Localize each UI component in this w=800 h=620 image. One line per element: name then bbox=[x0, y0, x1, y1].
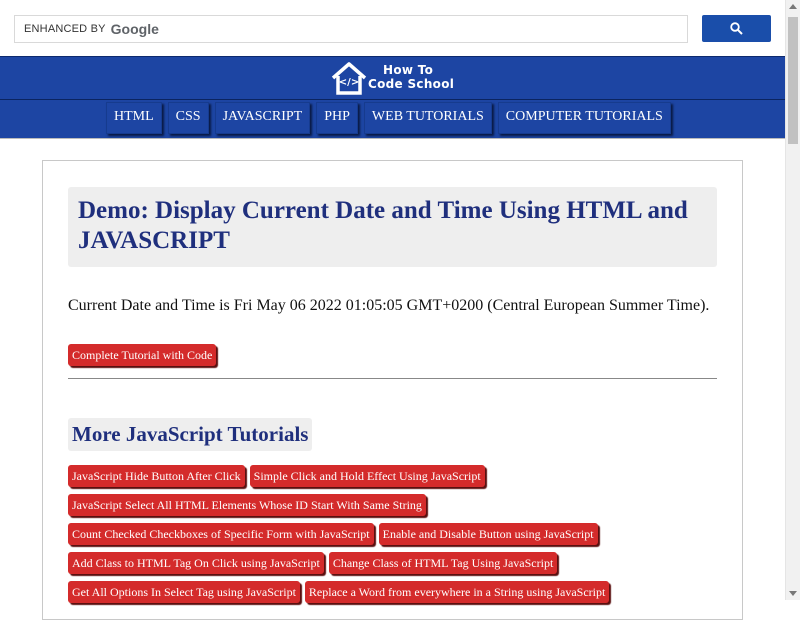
divider bbox=[68, 378, 717, 379]
complete-tutorial-button[interactable]: Complete Tutorial with Code bbox=[68, 344, 217, 366]
tutorial-row: Count Checked Checkboxes of Specific For… bbox=[68, 523, 718, 552]
house-code-icon: </> bbox=[331, 62, 367, 95]
tutorial-links: JavaScript Hide Button After Click Simple… bbox=[68, 465, 718, 610]
logo-line-2: Code School bbox=[368, 77, 455, 91]
site-header: </> How To Code School bbox=[0, 56, 785, 99]
main-content: Demo: Display Current Date and Time Usin… bbox=[42, 160, 743, 620]
scroll-thumb[interactable] bbox=[788, 17, 798, 144]
page-title: Demo: Display Current Date and Time Usin… bbox=[78, 197, 688, 254]
current-date-text: Current Date and Time is Fri May 06 2022… bbox=[68, 297, 710, 314]
nav-item-css[interactable]: CSS bbox=[167, 102, 209, 134]
logo-text: How To Code School bbox=[368, 63, 454, 91]
tutorial-link[interactable]: Change Class of HTML Tag Using JavaScrip… bbox=[328, 552, 558, 574]
nav-item-computer-tutorials[interactable]: COMPUTER TUTORIALS bbox=[497, 102, 671, 134]
google-logo: Google bbox=[110, 21, 159, 37]
nav-item-javascript[interactable]: JAVASCRIPT bbox=[214, 102, 311, 134]
nav-item-html[interactable]: HTML bbox=[106, 102, 162, 134]
vertical-scrollbar[interactable] bbox=[785, 0, 800, 600]
tutorial-link[interactable]: Enable and Disable Button using JavaScri… bbox=[378, 523, 598, 545]
tutorial-row: JavaScript Select All HTML Elements Whos… bbox=[68, 494, 718, 523]
tutorial-link[interactable]: JavaScript Select All HTML Elements Whos… bbox=[68, 494, 426, 516]
more-tutorials-heading: More JavaScript Tutorials bbox=[72, 422, 309, 446]
search-input[interactable] bbox=[175, 18, 683, 40]
nav-list: HTML CSS JAVASCRIPT PHP WEB TUTORIALS CO… bbox=[106, 102, 677, 134]
custom-search-bar: ENHANCED BY Google bbox=[0, 0, 785, 56]
page-title-box: Demo: Display Current Date and Time Usin… bbox=[68, 187, 717, 267]
search-button[interactable] bbox=[702, 15, 771, 42]
search-enhanced-label: ENHANCED BY bbox=[24, 23, 106, 35]
search-icon bbox=[730, 22, 743, 35]
svg-text:</>: </> bbox=[339, 77, 359, 88]
more-tutorials-heading-box: More JavaScript Tutorials bbox=[68, 418, 313, 451]
tutorial-link[interactable]: Add Class to HTML Tag On Click using Jav… bbox=[68, 552, 324, 574]
tutorial-link[interactable]: Count Checked Checkboxes of Specific For… bbox=[68, 523, 374, 545]
tutorial-row: Get All Options In Select Tag using Java… bbox=[68, 581, 718, 610]
tutorial-link[interactable]: JavaScript Hide Button After Click bbox=[68, 465, 245, 487]
tutorial-row: Add Class to HTML Tag On Click using Jav… bbox=[68, 552, 718, 581]
scroll-up-arrow-icon[interactable] bbox=[789, 4, 797, 9]
nav-item-web-tutorials[interactable]: WEB TUTORIALS bbox=[363, 102, 492, 134]
tutorial-link[interactable]: Simple Click and Hold Effect Using JavaS… bbox=[249, 465, 485, 487]
search-box[interactable]: ENHANCED BY Google bbox=[14, 15, 688, 43]
logo-line-1: How To bbox=[383, 63, 434, 77]
main-nav: HTML CSS JAVASCRIPT PHP WEB TUTORIALS CO… bbox=[0, 99, 785, 139]
nav-item-php[interactable]: PHP bbox=[316, 102, 358, 134]
tutorial-row: JavaScript Hide Button After Click Simple… bbox=[68, 465, 718, 494]
site-logo[interactable]: </> How To Code School bbox=[330, 61, 460, 97]
scroll-down-arrow-icon[interactable] bbox=[789, 591, 797, 596]
